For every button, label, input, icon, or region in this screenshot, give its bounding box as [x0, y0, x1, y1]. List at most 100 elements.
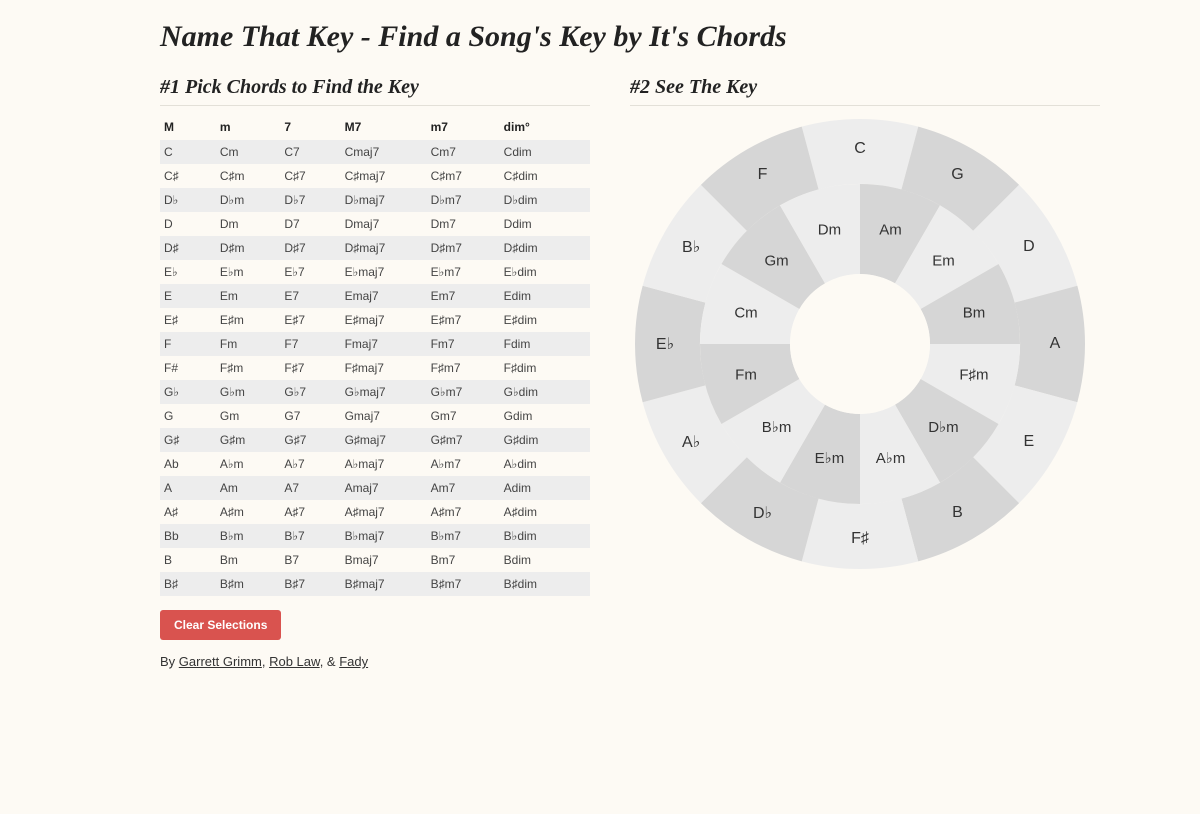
- chord-cell[interactable]: Gm: [216, 404, 281, 428]
- chord-cell[interactable]: F♯m7: [427, 356, 500, 380]
- chord-cell[interactable]: Ab: [160, 452, 216, 476]
- chord-cell[interactable]: B♭maj7: [341, 524, 427, 548]
- chord-cell[interactable]: G♯m: [216, 428, 281, 452]
- cof-outer-wedge[interactable]: [1015, 286, 1085, 402]
- chord-cell[interactable]: G♯: [160, 428, 216, 452]
- chord-cell[interactable]: B♭m7: [427, 524, 500, 548]
- chord-cell[interactable]: A♯maj7: [341, 500, 427, 524]
- chord-cell[interactable]: E: [160, 284, 216, 308]
- cof-outer-wedge[interactable]: [802, 119, 918, 189]
- chord-cell[interactable]: A♯m: [216, 500, 281, 524]
- chord-cell[interactable]: Fm7: [427, 332, 500, 356]
- chord-cell[interactable]: B7: [280, 548, 340, 572]
- chord-cell[interactable]: B♯m: [216, 572, 281, 596]
- chord-cell[interactable]: C♯: [160, 164, 216, 188]
- chord-cell[interactable]: E♭: [160, 260, 216, 284]
- chord-cell[interactable]: A♭7: [280, 452, 340, 476]
- chord-cell[interactable]: D♯dim: [500, 236, 590, 260]
- chord-cell[interactable]: G♭7: [280, 380, 340, 404]
- chord-cell[interactable]: B: [160, 548, 216, 572]
- cof-outer-wedge[interactable]: [802, 499, 918, 569]
- chord-cell[interactable]: Gdim: [500, 404, 590, 428]
- chord-cell[interactable]: A7: [280, 476, 340, 500]
- chord-cell[interactable]: A♯: [160, 500, 216, 524]
- chord-cell[interactable]: E♭dim: [500, 260, 590, 284]
- author-link[interactable]: Garrett Grimm: [179, 654, 262, 669]
- chord-cell[interactable]: E♭m: [216, 260, 281, 284]
- chord-cell[interactable]: Fdim: [500, 332, 590, 356]
- chord-cell[interactable]: C: [160, 140, 216, 164]
- chord-cell[interactable]: E♯m7: [427, 308, 500, 332]
- chord-cell[interactable]: F: [160, 332, 216, 356]
- chord-cell[interactable]: Dmaj7: [341, 212, 427, 236]
- chord-cell[interactable]: Cmaj7: [341, 140, 427, 164]
- chord-cell[interactable]: B♭7: [280, 524, 340, 548]
- chord-cell[interactable]: D♭7: [280, 188, 340, 212]
- chord-cell[interactable]: B♯: [160, 572, 216, 596]
- chord-cell[interactable]: E♭7: [280, 260, 340, 284]
- chord-cell[interactable]: A♯m7: [427, 500, 500, 524]
- chord-cell[interactable]: D: [160, 212, 216, 236]
- chord-cell[interactable]: F♯m: [216, 356, 281, 380]
- chord-cell[interactable]: D♯maj7: [341, 236, 427, 260]
- chord-cell[interactable]: A♭m7: [427, 452, 500, 476]
- chord-cell[interactable]: Bm7: [427, 548, 500, 572]
- chord-cell[interactable]: E♯: [160, 308, 216, 332]
- chord-cell[interactable]: G♭dim: [500, 380, 590, 404]
- chord-cell[interactable]: Fm: [216, 332, 281, 356]
- chord-cell[interactable]: D7: [280, 212, 340, 236]
- chord-cell[interactable]: A♯dim: [500, 500, 590, 524]
- chord-cell[interactable]: F♯dim: [500, 356, 590, 380]
- chord-cell[interactable]: Amaj7: [341, 476, 427, 500]
- chord-cell[interactable]: Fmaj7: [341, 332, 427, 356]
- chord-cell[interactable]: Ddim: [500, 212, 590, 236]
- chord-cell[interactable]: D♭m: [216, 188, 281, 212]
- chord-cell[interactable]: A♯7: [280, 500, 340, 524]
- chord-cell[interactable]: Gmaj7: [341, 404, 427, 428]
- author-link[interactable]: Fady: [339, 654, 368, 669]
- chord-cell[interactable]: B♯7: [280, 572, 340, 596]
- chord-cell[interactable]: B♯dim: [500, 572, 590, 596]
- chord-cell[interactable]: D♯: [160, 236, 216, 260]
- chord-cell[interactable]: G♭maj7: [341, 380, 427, 404]
- chord-cell[interactable]: D♭: [160, 188, 216, 212]
- chord-cell[interactable]: Adim: [500, 476, 590, 500]
- chord-cell[interactable]: E♯m: [216, 308, 281, 332]
- chord-cell[interactable]: A♭dim: [500, 452, 590, 476]
- chord-cell[interactable]: Bmaj7: [341, 548, 427, 572]
- chord-cell[interactable]: Am7: [427, 476, 500, 500]
- chord-cell[interactable]: F♯7: [280, 356, 340, 380]
- chord-cell[interactable]: G: [160, 404, 216, 428]
- chord-cell[interactable]: E♭m7: [427, 260, 500, 284]
- chord-cell[interactable]: D♭maj7: [341, 188, 427, 212]
- chord-cell[interactable]: D♭m7: [427, 188, 500, 212]
- chord-cell[interactable]: F7: [280, 332, 340, 356]
- chord-cell[interactable]: C♯m: [216, 164, 281, 188]
- chord-cell[interactable]: G♯maj7: [341, 428, 427, 452]
- chord-cell[interactable]: Cm: [216, 140, 281, 164]
- chord-cell[interactable]: C♯maj7: [341, 164, 427, 188]
- chord-cell[interactable]: A♭maj7: [341, 452, 427, 476]
- chord-cell[interactable]: F#: [160, 356, 216, 380]
- chord-cell[interactable]: B♯maj7: [341, 572, 427, 596]
- chord-cell[interactable]: Edim: [500, 284, 590, 308]
- chord-cell[interactable]: G♭: [160, 380, 216, 404]
- chord-cell[interactable]: A♭m: [216, 452, 281, 476]
- chord-cell[interactable]: Cm7: [427, 140, 500, 164]
- chord-cell[interactable]: G♭m7: [427, 380, 500, 404]
- chord-cell[interactable]: Am: [216, 476, 281, 500]
- chord-cell[interactable]: Bb: [160, 524, 216, 548]
- chord-cell[interactable]: E♯7: [280, 308, 340, 332]
- chord-cell[interactable]: G7: [280, 404, 340, 428]
- chord-cell[interactable]: B♭dim: [500, 524, 590, 548]
- chord-cell[interactable]: E7: [280, 284, 340, 308]
- chord-cell[interactable]: E♯maj7: [341, 308, 427, 332]
- chord-cell[interactable]: Bdim: [500, 548, 590, 572]
- chord-cell[interactable]: B♭m: [216, 524, 281, 548]
- chord-cell[interactable]: F♯maj7: [341, 356, 427, 380]
- chord-cell[interactable]: D♭dim: [500, 188, 590, 212]
- chord-cell[interactable]: G♯m7: [427, 428, 500, 452]
- chord-cell[interactable]: G♯7: [280, 428, 340, 452]
- author-link[interactable]: Rob Law: [269, 654, 320, 669]
- chord-cell[interactable]: G♭m: [216, 380, 281, 404]
